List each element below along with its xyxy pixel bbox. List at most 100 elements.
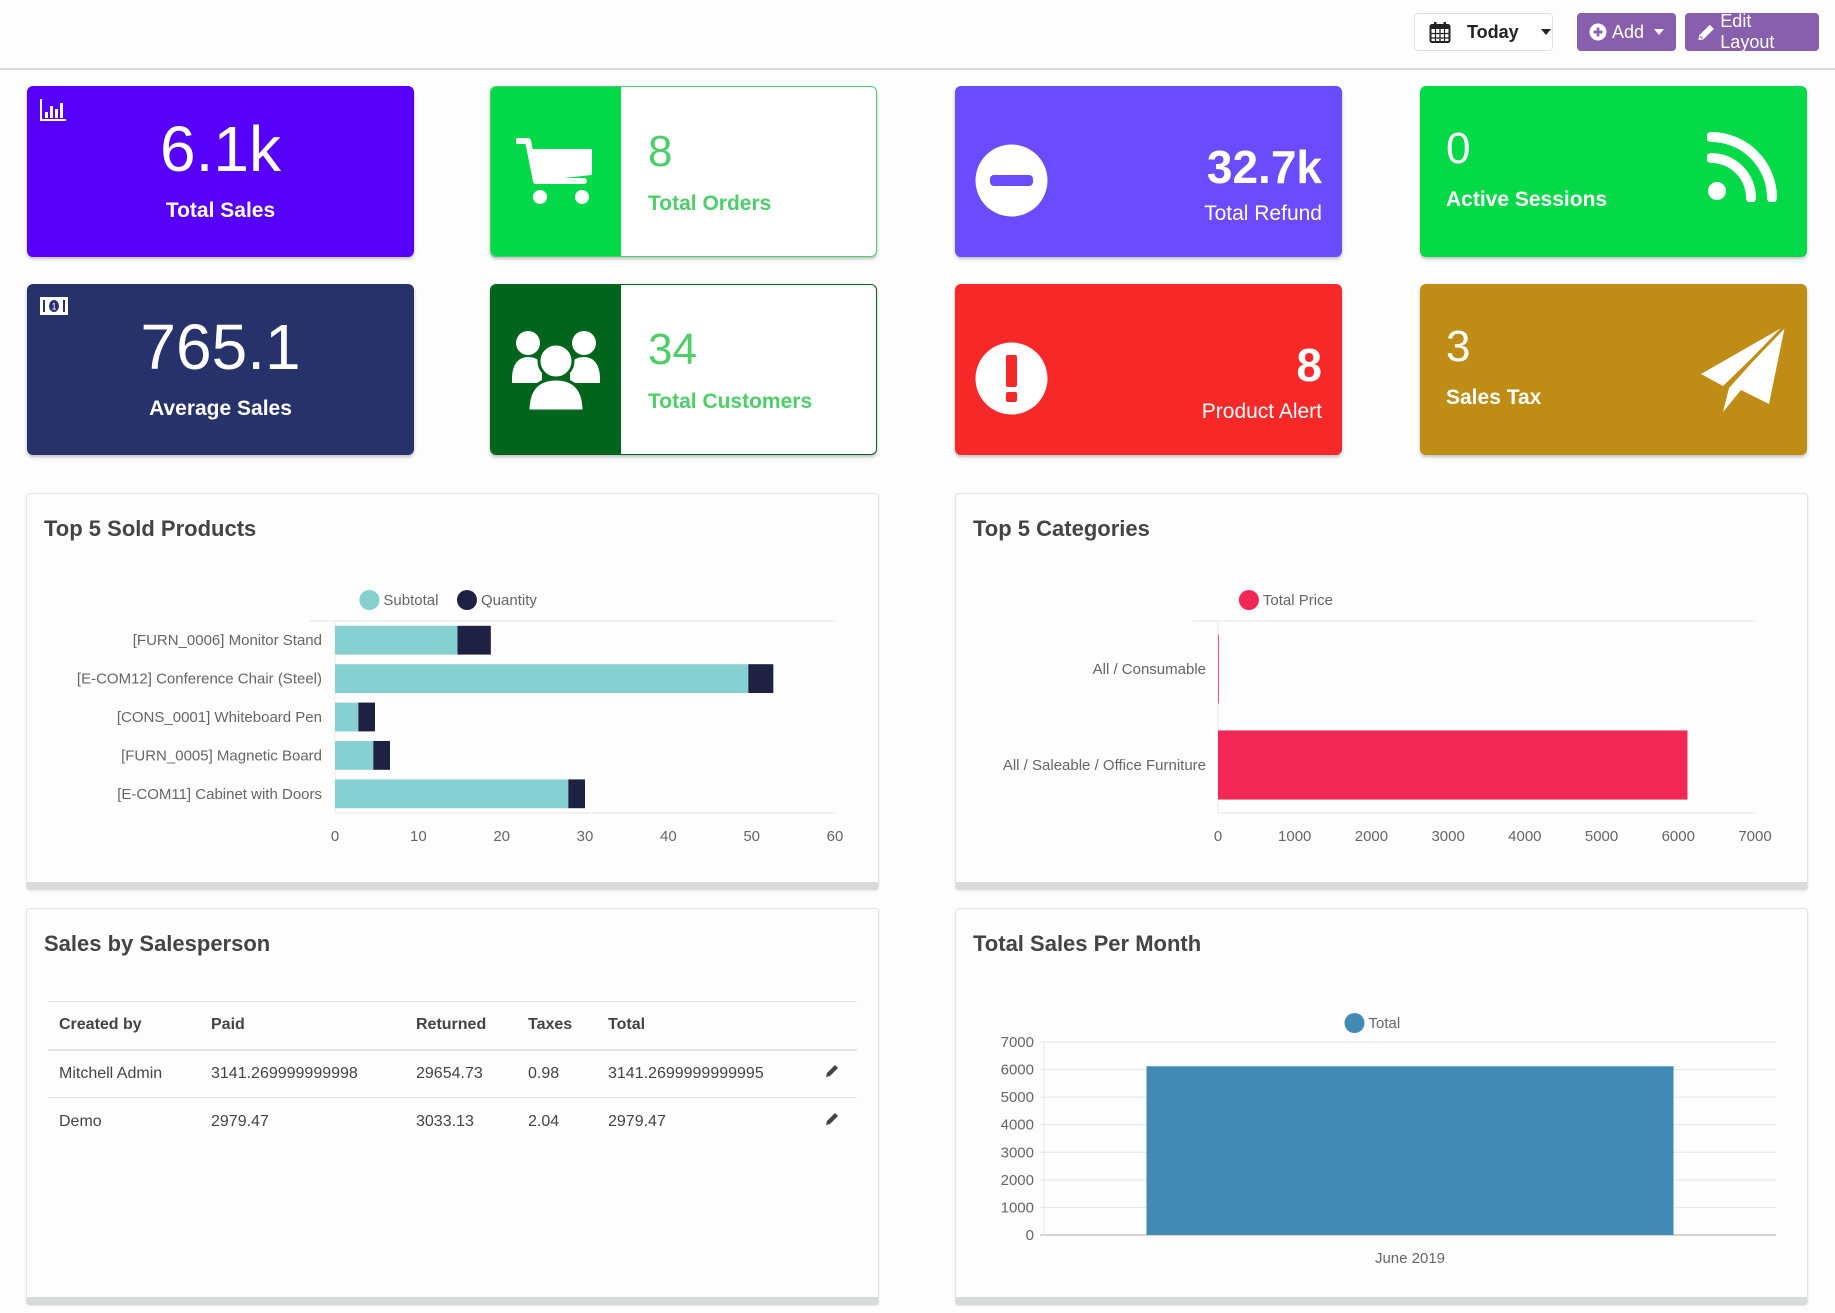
tile-icon-panel — [491, 285, 621, 454]
y-tick-label: 7000 — [1001, 1034, 1034, 1051]
cell-created-by: Demo — [59, 1112, 102, 1130]
bar — [1218, 730, 1688, 800]
cell-paid: 2979.47 — [211, 1112, 269, 1130]
chevron-down-icon — [1654, 29, 1664, 35]
y-tick-label: All / Saleable / Office Furniture — [1003, 757, 1206, 774]
column-header[interactable]: Created by — [48, 1001, 200, 1051]
y-tick-label: [E-COM11] Cabinet with Doors — [117, 786, 322, 803]
tile-sales-tax[interactable]: 3 Sales Tax — [1420, 284, 1807, 455]
column-header-actions — [797, 1001, 857, 1051]
tile-value: 0 — [1446, 124, 1471, 173]
tile-value: 34 — [648, 325, 697, 374]
y-tick-label: 2000 — [1001, 1172, 1034, 1189]
cell-total: 2979.47 — [608, 1112, 666, 1130]
sales-per-month-chart: 0 1000 2000 3000 4000 5000 6000 7000 June 2019 To… — [1001, 1013, 1776, 1267]
y-tick-label: [CONS_0001] Whiteboard Pen — [117, 709, 322, 726]
panel-title: Sales by Salesperson — [44, 931, 271, 956]
bar — [568, 779, 585, 809]
tile-value: 8 — [1296, 339, 1322, 391]
x-tick-label: 10 — [410, 828, 427, 845]
table-row[interactable]: Mitchell Admin 3141.269999999998 29654.7… — [48, 1049, 857, 1098]
tile-active-sessions[interactable]: 0 Active Sessions — [1420, 86, 1807, 257]
tile-label: Product Alert — [1201, 400, 1322, 423]
calendar-icon — [1429, 22, 1451, 43]
bar — [373, 741, 390, 770]
tile-average-sales[interactable]: 1 765.1 Average Sales — [27, 284, 414, 455]
chevron-down-icon — [1540, 29, 1551, 35]
y-tick-label: [E-COM12] Conference Chair (Steel) — [77, 671, 322, 688]
tile-value: 6.1k — [160, 113, 281, 185]
tile-value: 8 — [648, 127, 673, 176]
rss-icon — [1707, 132, 1777, 202]
edit-row-button[interactable] — [797, 1098, 857, 1146]
bar — [335, 702, 359, 732]
y-tick-label: 6000 — [1001, 1062, 1034, 1079]
legend-label: Total — [1369, 1015, 1401, 1032]
y-tick-label: 4000 — [1001, 1117, 1034, 1134]
bar — [748, 664, 774, 693]
plus-circle-icon — [1589, 23, 1607, 41]
exclamation-circle-icon — [975, 342, 1048, 415]
bar — [335, 779, 569, 809]
date-filter-dropdown[interactable]: Today — [1414, 13, 1553, 51]
tile-icon-panel — [491, 87, 621, 256]
tile-label: Total Refund — [1204, 202, 1322, 225]
tile-label: Total Customers — [648, 390, 813, 413]
legend-swatch — [457, 590, 477, 610]
tile-total-refund[interactable]: 32.7k Total Refund — [955, 86, 1342, 257]
x-tick-label: 0 — [331, 828, 339, 845]
edit-row-button[interactable] — [797, 1049, 857, 1098]
x-tick-label: June 2019 — [1375, 1250, 1445, 1267]
cell-returned: 29654.73 — [405, 1049, 517, 1098]
bar — [358, 702, 375, 732]
tile-product-alert[interactable]: 8 Product Alert — [955, 284, 1342, 455]
tile-total-orders[interactable]: 8 Total Orders — [490, 86, 877, 257]
x-tick-label: 3000 — [1431, 828, 1464, 845]
legend-label: Subtotal — [383, 592, 438, 609]
top-categories-chart: 0 1000 2000 3000 4000 5000 6000 7000 All / Consu… — [1003, 590, 1772, 845]
x-tick-label: 5000 — [1585, 828, 1618, 845]
x-tick-label: 60 — [827, 828, 844, 845]
column-header[interactable]: Total — [597, 1001, 797, 1051]
cell-taxes: 2.04 — [528, 1112, 560, 1130]
add-button[interactable]: Add — [1577, 13, 1676, 51]
y-tick-label: 3000 — [1001, 1144, 1034, 1161]
pencil-icon — [826, 1113, 838, 1126]
top-products-chart: 0 10 20 30 40 50 60 [FURN_0006] Monitor Stand [E… — [77, 590, 844, 845]
pencil-icon — [1698, 24, 1714, 40]
tile-label: Sales Tax — [1446, 386, 1542, 409]
x-tick-label: 6000 — [1662, 828, 1695, 845]
x-tick-label: 1000 — [1278, 828, 1311, 845]
column-header[interactable]: Paid — [200, 1001, 405, 1051]
shopping-cart-icon — [516, 137, 592, 204]
x-tick-label: 4000 — [1508, 828, 1541, 845]
tile-label: Total Orders — [648, 192, 772, 215]
bar — [335, 625, 458, 655]
y-tick-label: 1000 — [1001, 1199, 1034, 1216]
column-header[interactable]: Taxes — [517, 1001, 597, 1051]
edit-layout-button[interactable]: Edit Layout — [1685, 11, 1819, 52]
column-header[interactable]: Returned — [405, 1001, 517, 1051]
bar — [335, 664, 749, 693]
panel-total-sales-per-month: Total Sales Per Month 0 1000 2000 3000 4000 5… — [955, 908, 1808, 1305]
x-tick-label: 50 — [743, 828, 760, 845]
legend-swatch — [359, 590, 380, 610]
tile-label: Active Sessions — [1446, 188, 1608, 211]
y-tick-label: [FURN_0006] Monitor Stand — [133, 632, 322, 649]
x-tick-label: 0 — [1214, 828, 1222, 845]
y-tick-label: 5000 — [1001, 1089, 1034, 1106]
y-tick-label: [FURN_0005] Magnetic Board — [121, 747, 322, 764]
x-tick-label: 2000 — [1355, 828, 1388, 845]
panel-sales-by-salesperson: Sales by Salesperson Created by Paid Ret… — [26, 908, 879, 1305]
y-tick-label: 0 — [1026, 1227, 1034, 1244]
table-row[interactable]: Demo 2979.47 3033.13 2.04 2979.47 — [48, 1098, 857, 1146]
x-tick-label: 30 — [577, 828, 594, 845]
tile-total-sales[interactable]: 6.1k Total Sales — [27, 86, 414, 257]
tile-total-customers[interactable]: 34 Total Customers — [490, 284, 877, 455]
panel-top-sold-products: Top 5 Sold Products 0 10 20 30 40 50 60 [FURN_0… — [26, 493, 879, 890]
control-panel-header: Today Add Edit Layout — [0, 0, 1835, 70]
legend-label: Quantity — [481, 592, 537, 609]
date-filter-label: Today — [1467, 21, 1519, 42]
bar — [1218, 634, 1219, 704]
cell-total: 3141.2699999999995 — [597, 1049, 797, 1098]
